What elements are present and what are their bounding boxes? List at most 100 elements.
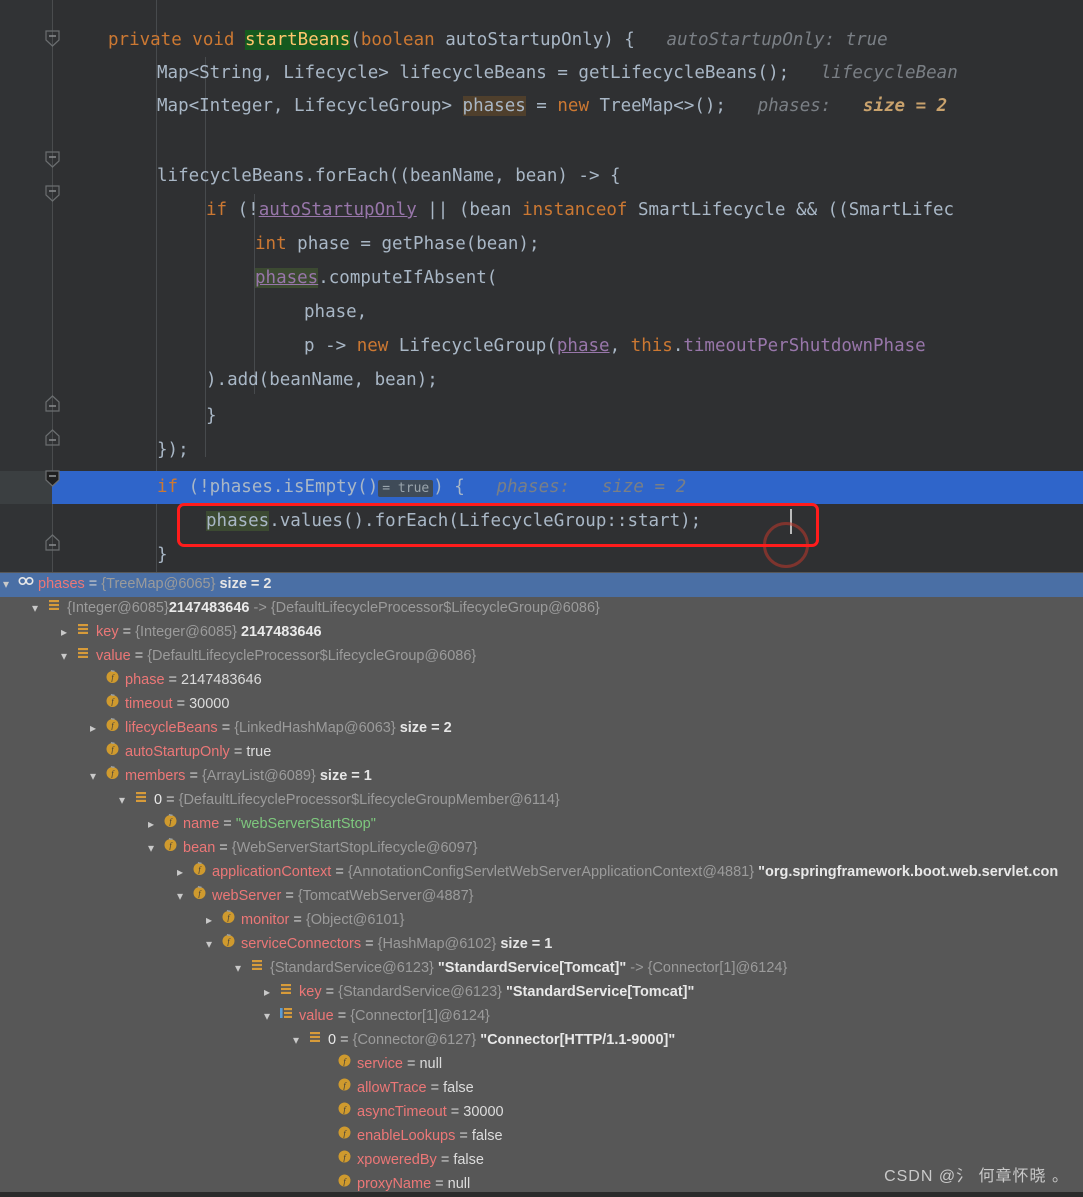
tree-row-label: {StandardService@6123} "StandardService[…	[270, 957, 787, 981]
tree-row-label: lifecycleBeans = {LinkedHashMap@6063} si…	[125, 717, 452, 741]
chevron-down-icon[interactable]: ▾	[0, 573, 12, 597]
chevron-down-icon[interactable]: ▾	[116, 789, 128, 813]
code-token: phase = getPhase(bean);	[297, 234, 540, 254]
tree-row[interactable]: f asyncTimeout = 30000	[0, 1101, 1083, 1125]
tree-row[interactable]: f service = null	[0, 1053, 1083, 1077]
code-line: phases.values().forEach(LifecycleGroup::…	[206, 505, 701, 538]
code-line: ).add(beanName, bean);	[206, 364, 438, 397]
tree-row[interactable]: ▸ f applicationContext = {AnnotationConfig…	[0, 861, 1083, 885]
code-fold-expand-icon[interactable]	[45, 534, 60, 551]
tree-row[interactable]: f enableLookups = false	[0, 1125, 1083, 1149]
code-fold-collapse-icon[interactable]	[45, 470, 60, 487]
code-line: phases.computeIfAbsent(	[255, 262, 497, 295]
tree-row[interactable]: ▸ key = {StandardService@6123} "StandardS…	[0, 981, 1083, 1005]
code-fold-collapse-icon[interactable]	[45, 185, 60, 202]
tree-row[interactable]: ▾ 0 = {DefaultLifecycleProcessor$Lifecycl…	[0, 789, 1083, 813]
object-ref: {Integer@6085}	[67, 600, 169, 616]
chevron-down-icon[interactable]: ▾	[232, 957, 244, 981]
chevron-down-icon[interactable]: ▾	[174, 885, 186, 909]
inline-hint	[465, 477, 497, 497]
chevron-right-icon[interactable]: ▸	[87, 717, 99, 741]
chevron-right-icon[interactable]: ▸	[174, 861, 186, 885]
code-token: phases	[462, 96, 526, 116]
code-token: phase,	[304, 302, 368, 322]
code-token: .	[672, 336, 684, 356]
inline-hint	[570, 477, 602, 497]
tree-row[interactable]: ▸ f monitor = {Object@6101}	[0, 909, 1083, 933]
tree-row-label: phase = 2147483646	[125, 669, 262, 693]
code-fold-expand-icon[interactable]	[45, 395, 60, 412]
tree-row[interactable]: ▾ 0 = {Connector@6127} "Connector[HTTP/1.…	[0, 1029, 1083, 1053]
code-fold-expand-icon[interactable]	[45, 429, 60, 446]
chevron-down-icon[interactable]: ▾	[29, 597, 41, 621]
tree-row-label: members = {ArrayList@6089} size = 1	[125, 765, 372, 789]
code-token: Map<Integer, LifecycleGroup>	[157, 96, 463, 116]
primitive-value: 2147483646	[181, 672, 262, 688]
tree-row[interactable]: ▸ f lifecycleBeans = {LinkedHashMap@6063} …	[0, 717, 1083, 741]
tree-row[interactable]: ▾ f webServer = {TomcatWebServer@4887}	[0, 885, 1083, 909]
size-label: size = 2	[395, 720, 452, 736]
tree-row[interactable]: ▸ f name = "webServerStartStop"	[0, 813, 1083, 837]
code-editor[interactable]: private void startBeans(boolean autoStar…	[0, 0, 1083, 572]
variable-icon	[18, 573, 34, 597]
chevron-right-icon[interactable]: ▸	[261, 981, 273, 1005]
chevron-down-icon[interactable]: ▾	[145, 837, 157, 861]
field-icon: f	[337, 1125, 351, 1149]
equals-sign: =	[331, 864, 348, 880]
tree-row-label: 0 = {Connector@6127} "Connector[HTTP/1.1…	[328, 1029, 675, 1053]
tree-row[interactable]: ▾ f members = {ArrayList@6089} size = 1	[0, 765, 1083, 789]
tree-row[interactable]: ▸ key = {Integer@6085} 2147483646	[0, 621, 1083, 645]
tree-row[interactable]: f phase = 2147483646	[0, 669, 1083, 693]
chevron-down-icon[interactable]: ▾	[203, 933, 215, 957]
chevron-right-icon[interactable]: ▸	[58, 621, 70, 645]
code-token: }	[157, 545, 168, 565]
code-token: || (bean	[416, 200, 523, 220]
tree-row-label: bean = {WebServerStartStopLifecycle@6097…	[183, 837, 478, 861]
object-ref: {Integer@6085}	[135, 624, 237, 640]
tree-row[interactable]: ▾ {Integer@6085}2147483646 -> {DefaultLif…	[0, 597, 1083, 621]
code-fold-collapse-icon[interactable]	[45, 30, 60, 47]
equals-sign: =	[118, 624, 136, 640]
code-line: });	[157, 434, 189, 467]
entry-icon	[76, 621, 90, 645]
chevron-right-icon[interactable]: ▸	[145, 813, 157, 837]
debugger-variables-panel[interactable]: ▾ phases = {TreeMap@6065} size = 2 ▾ {Integ…	[0, 572, 1083, 1192]
tree-row[interactable]: ▾ value = {Connector[1]@6124}	[0, 1005, 1083, 1029]
entry-icon	[47, 597, 61, 621]
field-icon: f	[337, 1077, 351, 1101]
tree-row[interactable]: f autoStartupOnly = true	[0, 741, 1083, 765]
chevron-down-icon[interactable]: ▾	[261, 1005, 273, 1029]
code-fold-collapse-icon[interactable]	[45, 151, 60, 168]
tree-row[interactable]: ▾ f serviceConnectors = {HashMap@6102} siz…	[0, 933, 1083, 957]
tree-row[interactable]: ▾ {StandardService@6123} "StandardService…	[0, 957, 1083, 981]
entry-icon	[250, 957, 264, 981]
object-ref: {HashMap@6102}	[377, 936, 497, 952]
chevron-down-icon[interactable]: ▾	[58, 645, 70, 669]
variable-name: phase	[125, 672, 165, 688]
tree-row[interactable]: ▾ value = {DefaultLifecycleProcessor$Life…	[0, 645, 1083, 669]
equals-sign: =	[84, 576, 102, 592]
code-token: if	[157, 477, 189, 497]
equals-sign: =	[172, 696, 190, 712]
object-ref: {LinkedHashMap@6063}	[234, 720, 396, 736]
chevron-down-icon[interactable]: ▾	[290, 1029, 302, 1053]
chevron-right-icon[interactable]: ▸	[203, 909, 215, 933]
equals-sign: =	[436, 1152, 454, 1168]
code-line-executing: if (!phases.isEmpty() = true) { phases: s…	[157, 471, 686, 504]
tree-row[interactable]: ▾ phases = {TreeMap@6065} size = 2	[0, 573, 1083, 597]
object-ref: {StandardService@6123}	[338, 984, 502, 1000]
numeric-value: 2147483646	[236, 624, 322, 640]
object-ref: {ArrayList@6089}	[201, 768, 316, 784]
tree-row[interactable]: ▾ f bean = {WebServerStartStopLifecycle@60…	[0, 837, 1083, 861]
variable-name: phases	[38, 576, 85, 592]
tree-row[interactable]: f timeout = 30000	[0, 693, 1083, 717]
entry-icon	[308, 1029, 322, 1053]
equals-sign: =	[321, 984, 339, 1000]
tree-row[interactable]: f allowTrace = false	[0, 1077, 1083, 1101]
chevron-down-icon[interactable]: ▾	[87, 765, 99, 789]
size-label: size = 2	[215, 576, 272, 592]
variable-name: xpoweredBy	[357, 1152, 437, 1168]
tree-row-label: asyncTimeout = 30000	[357, 1101, 504, 1125]
primitive-value: false	[443, 1080, 474, 1096]
code-token: }	[206, 406, 217, 426]
